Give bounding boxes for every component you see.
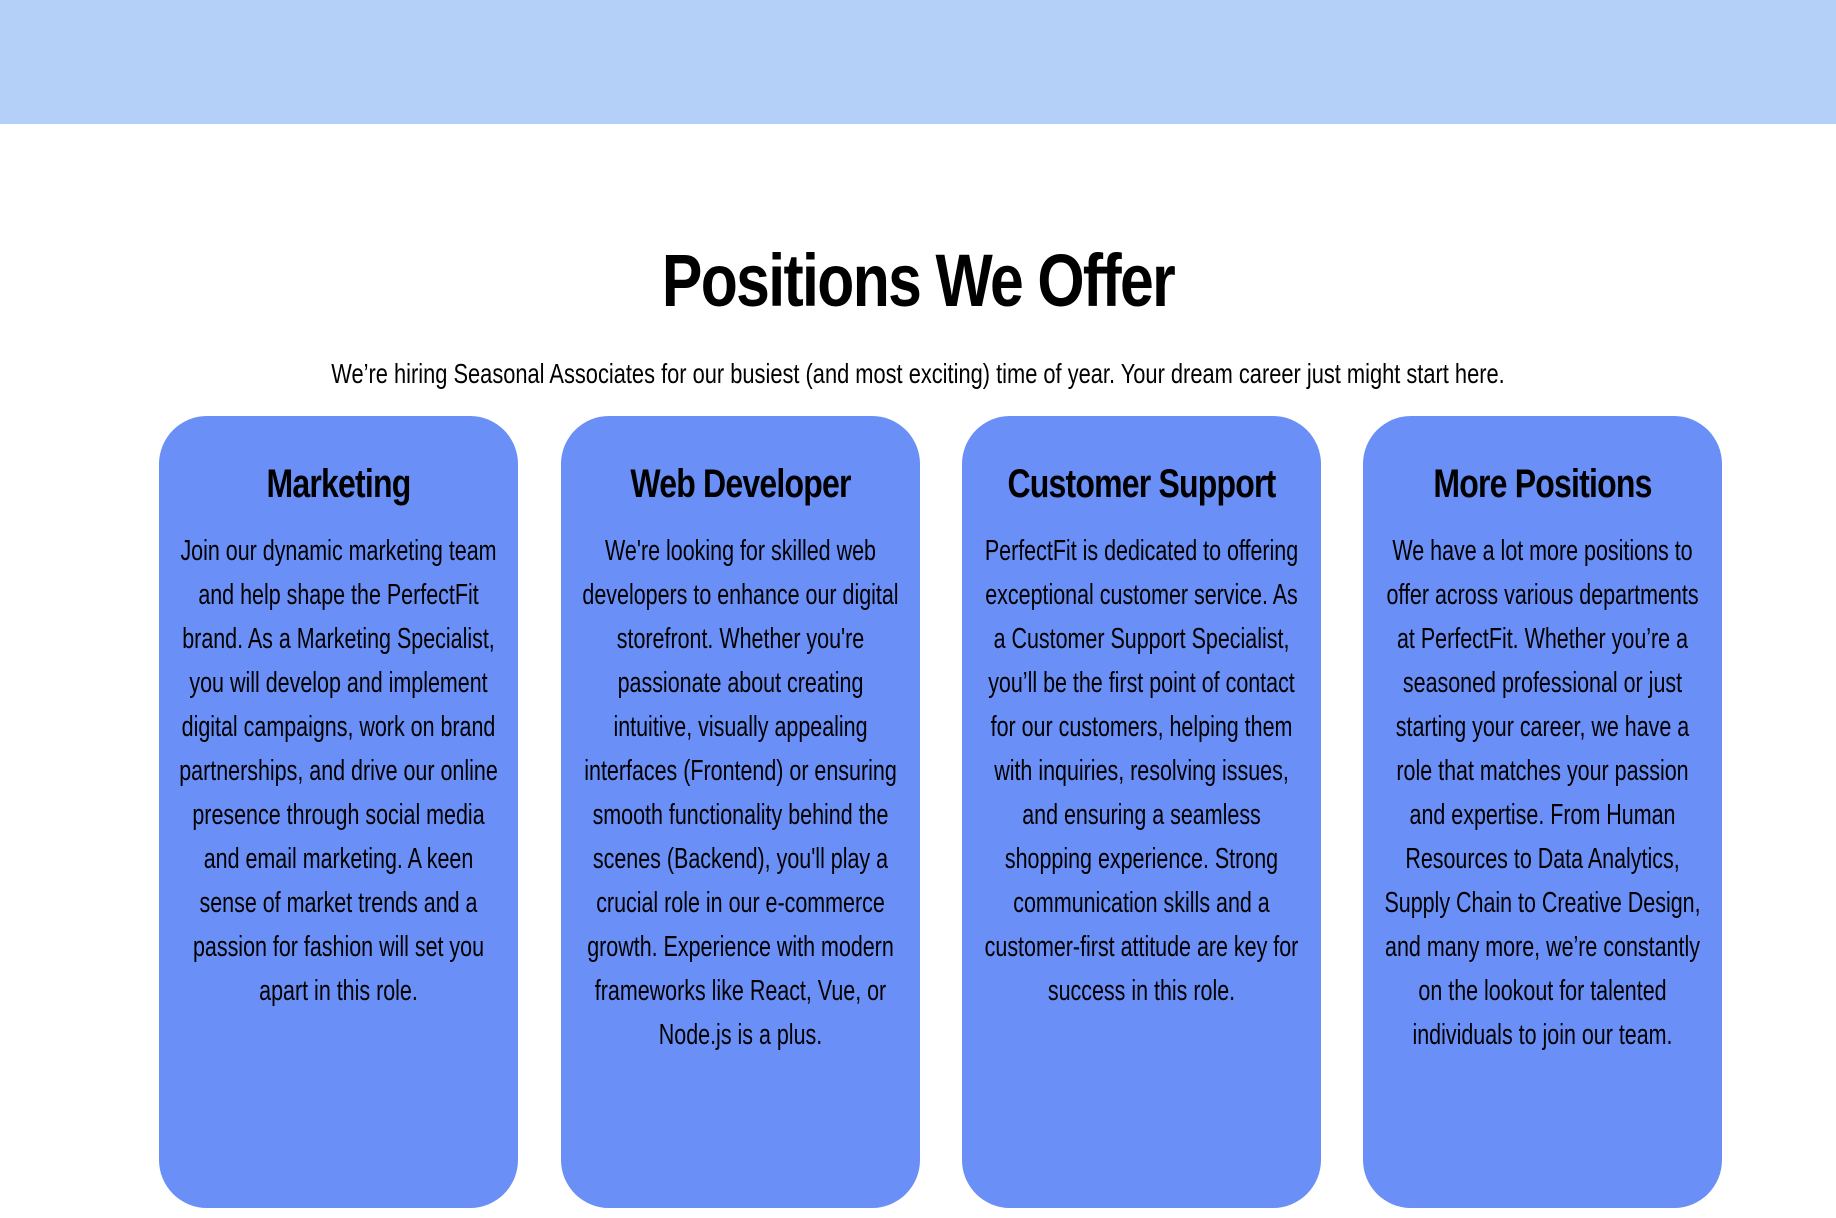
card-description: PerfectFit is dedicated to offering exce… — [984, 535, 1299, 1007]
page-subtitle: We’re hiring Seasonal Associates for our… — [331, 358, 1505, 389]
position-card-marketing: Marketing Join our dynamic marketing tea… — [159, 416, 518, 1208]
card-title: Marketing — [266, 462, 412, 506]
card-title: Customer Support — [1007, 462, 1276, 506]
card-description: Join our dynamic marketing team and help… — [179, 535, 498, 1007]
card-title: Web Developer — [630, 462, 851, 506]
card-description: We're looking for skilled web developers… — [582, 535, 899, 1051]
top-banner — [0, 0, 1836, 124]
positions-section: Positions We Offer We’re hiring Seasonal… — [0, 124, 1836, 1218]
position-card-web-developer: Web Developer We're looking for skilled … — [561, 416, 920, 1208]
position-cards: Marketing Join our dynamic marketing tea… — [159, 416, 1723, 1208]
position-card-customer-support: Customer Support PerfectFit is dedicated… — [962, 416, 1321, 1208]
card-description: We have a lot more positions to offer ac… — [1384, 535, 1701, 1051]
card-title: More Positions — [1433, 462, 1652, 506]
page-title: Positions We Offer — [661, 239, 1176, 322]
position-card-more-positions: More Positions We have a lot more positi… — [1363, 416, 1722, 1208]
